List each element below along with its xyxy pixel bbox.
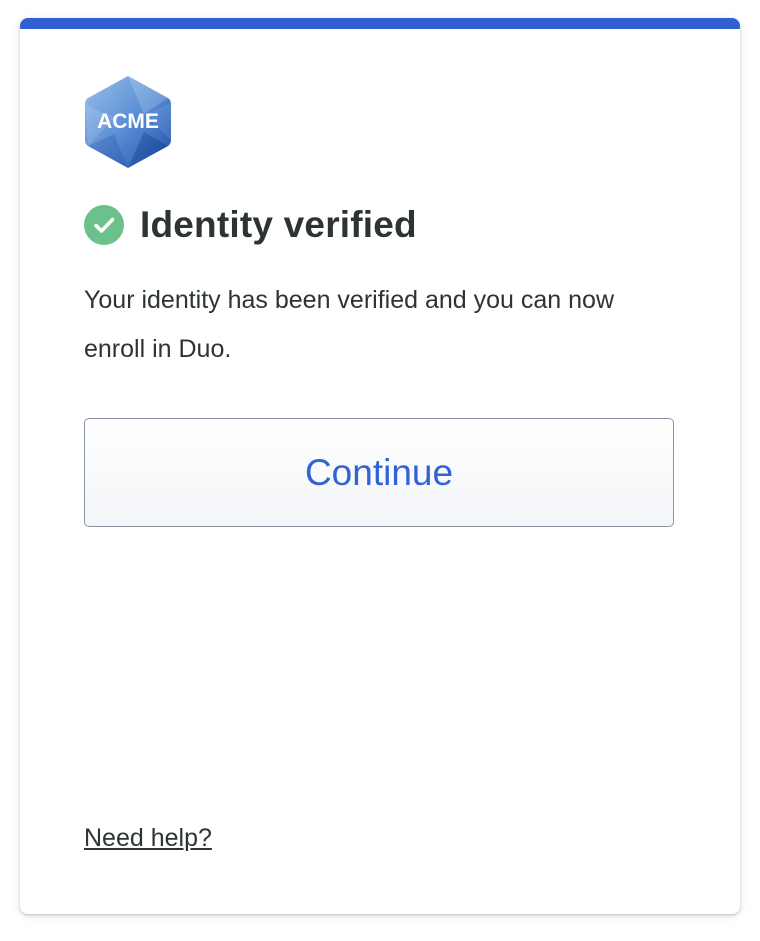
check-circle-icon: [84, 205, 124, 245]
status-header: Identity verified: [84, 204, 417, 246]
continue-button[interactable]: Continue: [84, 418, 674, 527]
page-title: Identity verified: [140, 204, 417, 245]
status-message: Your identity has been verified and you …: [84, 286, 614, 363]
logo-text: ACME: [97, 110, 159, 133]
verification-card: ACME Identity verified Your identity has…: [20, 18, 740, 914]
need-help-link[interactable]: Need help?: [84, 824, 212, 853]
accent-bar: [20, 18, 740, 29]
acme-logo-icon: ACME: [84, 74, 172, 170]
